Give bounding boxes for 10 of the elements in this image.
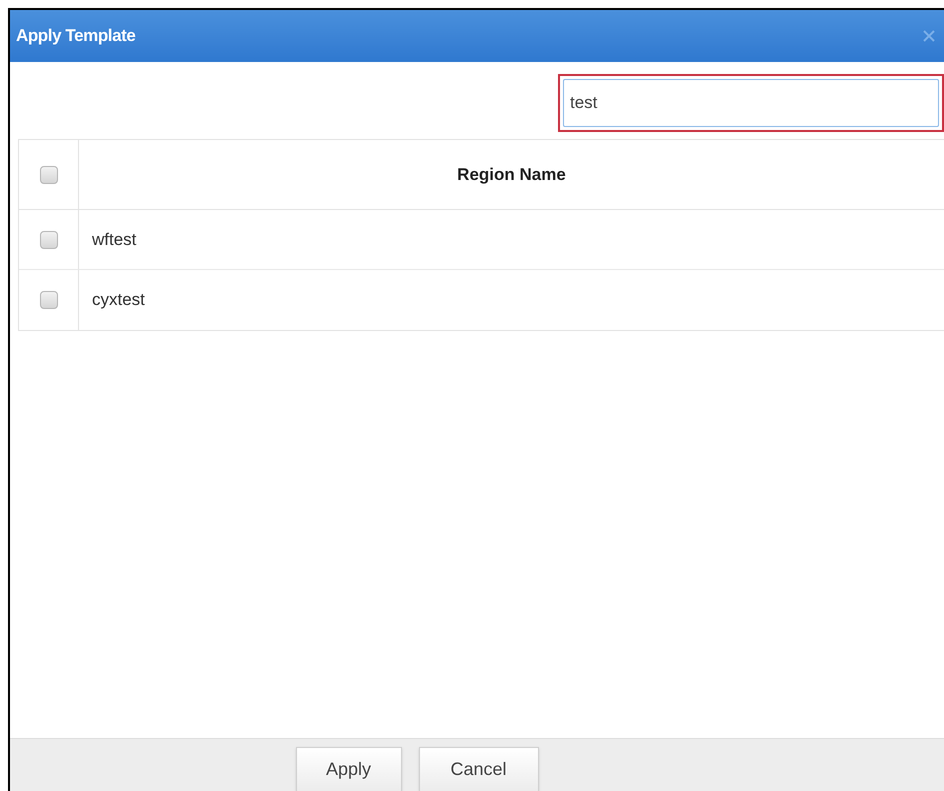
window-title: Apply Template xyxy=(16,25,136,48)
dialog-button[interactable]: Cancel xyxy=(418,747,538,791)
table-cell-text: wftest xyxy=(92,228,136,251)
column-header: Region Name xyxy=(457,164,566,186)
dialog-button[interactable]: Apply xyxy=(296,747,402,791)
table-cell-text: cyxtest xyxy=(92,289,145,312)
checkbox[interactable] xyxy=(40,166,58,184)
close-icon[interactable] xyxy=(922,29,936,43)
checkbox[interactable] xyxy=(40,230,58,248)
checkbox[interactable] xyxy=(40,291,58,309)
